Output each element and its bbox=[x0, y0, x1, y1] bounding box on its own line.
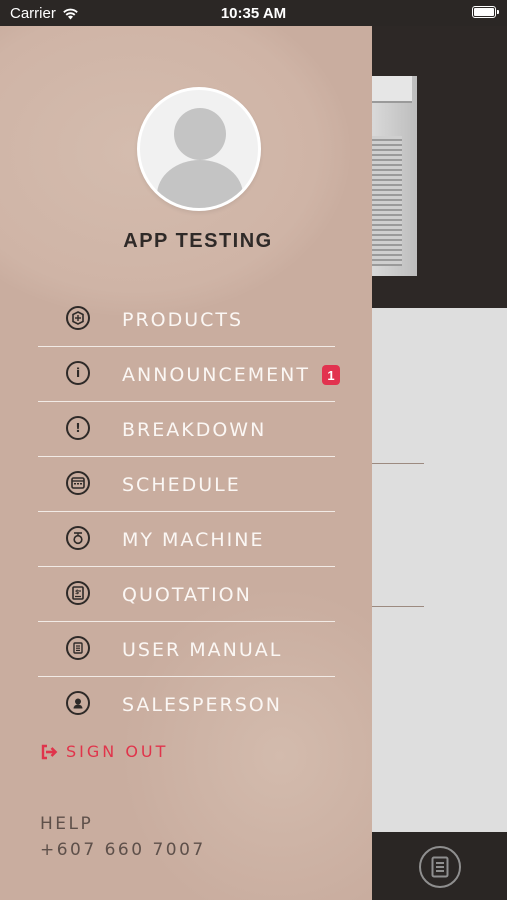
menu-item-user-manual[interactable]: USER MANUAL bbox=[38, 622, 335, 677]
menu-item-schedule[interactable]: SCHEDULE bbox=[38, 457, 335, 512]
menu-item-salesperson[interactable]: SALESPERSON bbox=[38, 677, 335, 731]
divider bbox=[372, 463, 424, 464]
divider bbox=[372, 606, 424, 607]
machine-banner bbox=[372, 26, 507, 308]
status-time: 10:35 AM bbox=[220, 5, 287, 22]
products-icon bbox=[66, 306, 90, 330]
menu-label: BREAKDOWN bbox=[122, 419, 267, 441]
profile-name: APP TESTING bbox=[123, 230, 273, 252]
background-content bbox=[372, 26, 507, 900]
machine-icon bbox=[66, 526, 90, 550]
menu-item-quotation[interactable]: $ QUOTATION bbox=[38, 567, 335, 622]
notification-badge: 1 bbox=[322, 365, 340, 385]
menu-label: QUOTATION bbox=[122, 584, 252, 606]
menu-label: SALESPERSON bbox=[122, 694, 282, 716]
person-icon bbox=[66, 691, 90, 715]
exclamation-icon: ! bbox=[66, 416, 90, 440]
sign-out-button[interactable]: SIGN OUT bbox=[40, 742, 168, 761]
machine-image bbox=[372, 76, 417, 276]
content-panel bbox=[372, 308, 507, 832]
menu-label: USER MANUAL bbox=[122, 639, 283, 661]
bottom-bar bbox=[372, 832, 507, 900]
avatar[interactable] bbox=[137, 87, 261, 211]
svg-text:$: $ bbox=[75, 589, 79, 596]
sign-out-label: SIGN OUT bbox=[66, 742, 169, 761]
battery-icon bbox=[472, 6, 499, 18]
menu-item-breakdown[interactable]: ! BREAKDOWN bbox=[38, 402, 335, 457]
status-bar: Carrier 10:35 AM bbox=[0, 0, 507, 26]
side-drawer: APP TESTING PRODUCTS i ANNOUNCEMENT 1 ! … bbox=[0, 26, 372, 900]
menu-label: PRODUCTS bbox=[122, 309, 244, 331]
info-icon: i bbox=[66, 361, 90, 385]
manual-icon[interactable] bbox=[419, 846, 461, 888]
menu-label: SCHEDULE bbox=[122, 474, 241, 496]
menu-item-announcement[interactable]: i ANNOUNCEMENT 1 bbox=[38, 347, 340, 402]
quotation-icon: $ bbox=[66, 581, 90, 605]
calendar-icon bbox=[66, 471, 90, 495]
help-phone-link[interactable]: +607 660 7007 bbox=[40, 840, 206, 860]
manual-icon bbox=[66, 636, 90, 660]
menu-label: MY MACHINE bbox=[122, 529, 265, 551]
menu-item-my-machine[interactable]: MY MACHINE bbox=[38, 512, 335, 567]
sign-out-icon bbox=[41, 744, 58, 759]
menu-label: ANNOUNCEMENT bbox=[122, 364, 310, 386]
menu-item-products[interactable]: PRODUCTS bbox=[38, 292, 335, 347]
drawer-menu: PRODUCTS i ANNOUNCEMENT 1 ! BREAKDOWN SC… bbox=[38, 292, 340, 731]
help-label: HELP bbox=[40, 814, 94, 834]
